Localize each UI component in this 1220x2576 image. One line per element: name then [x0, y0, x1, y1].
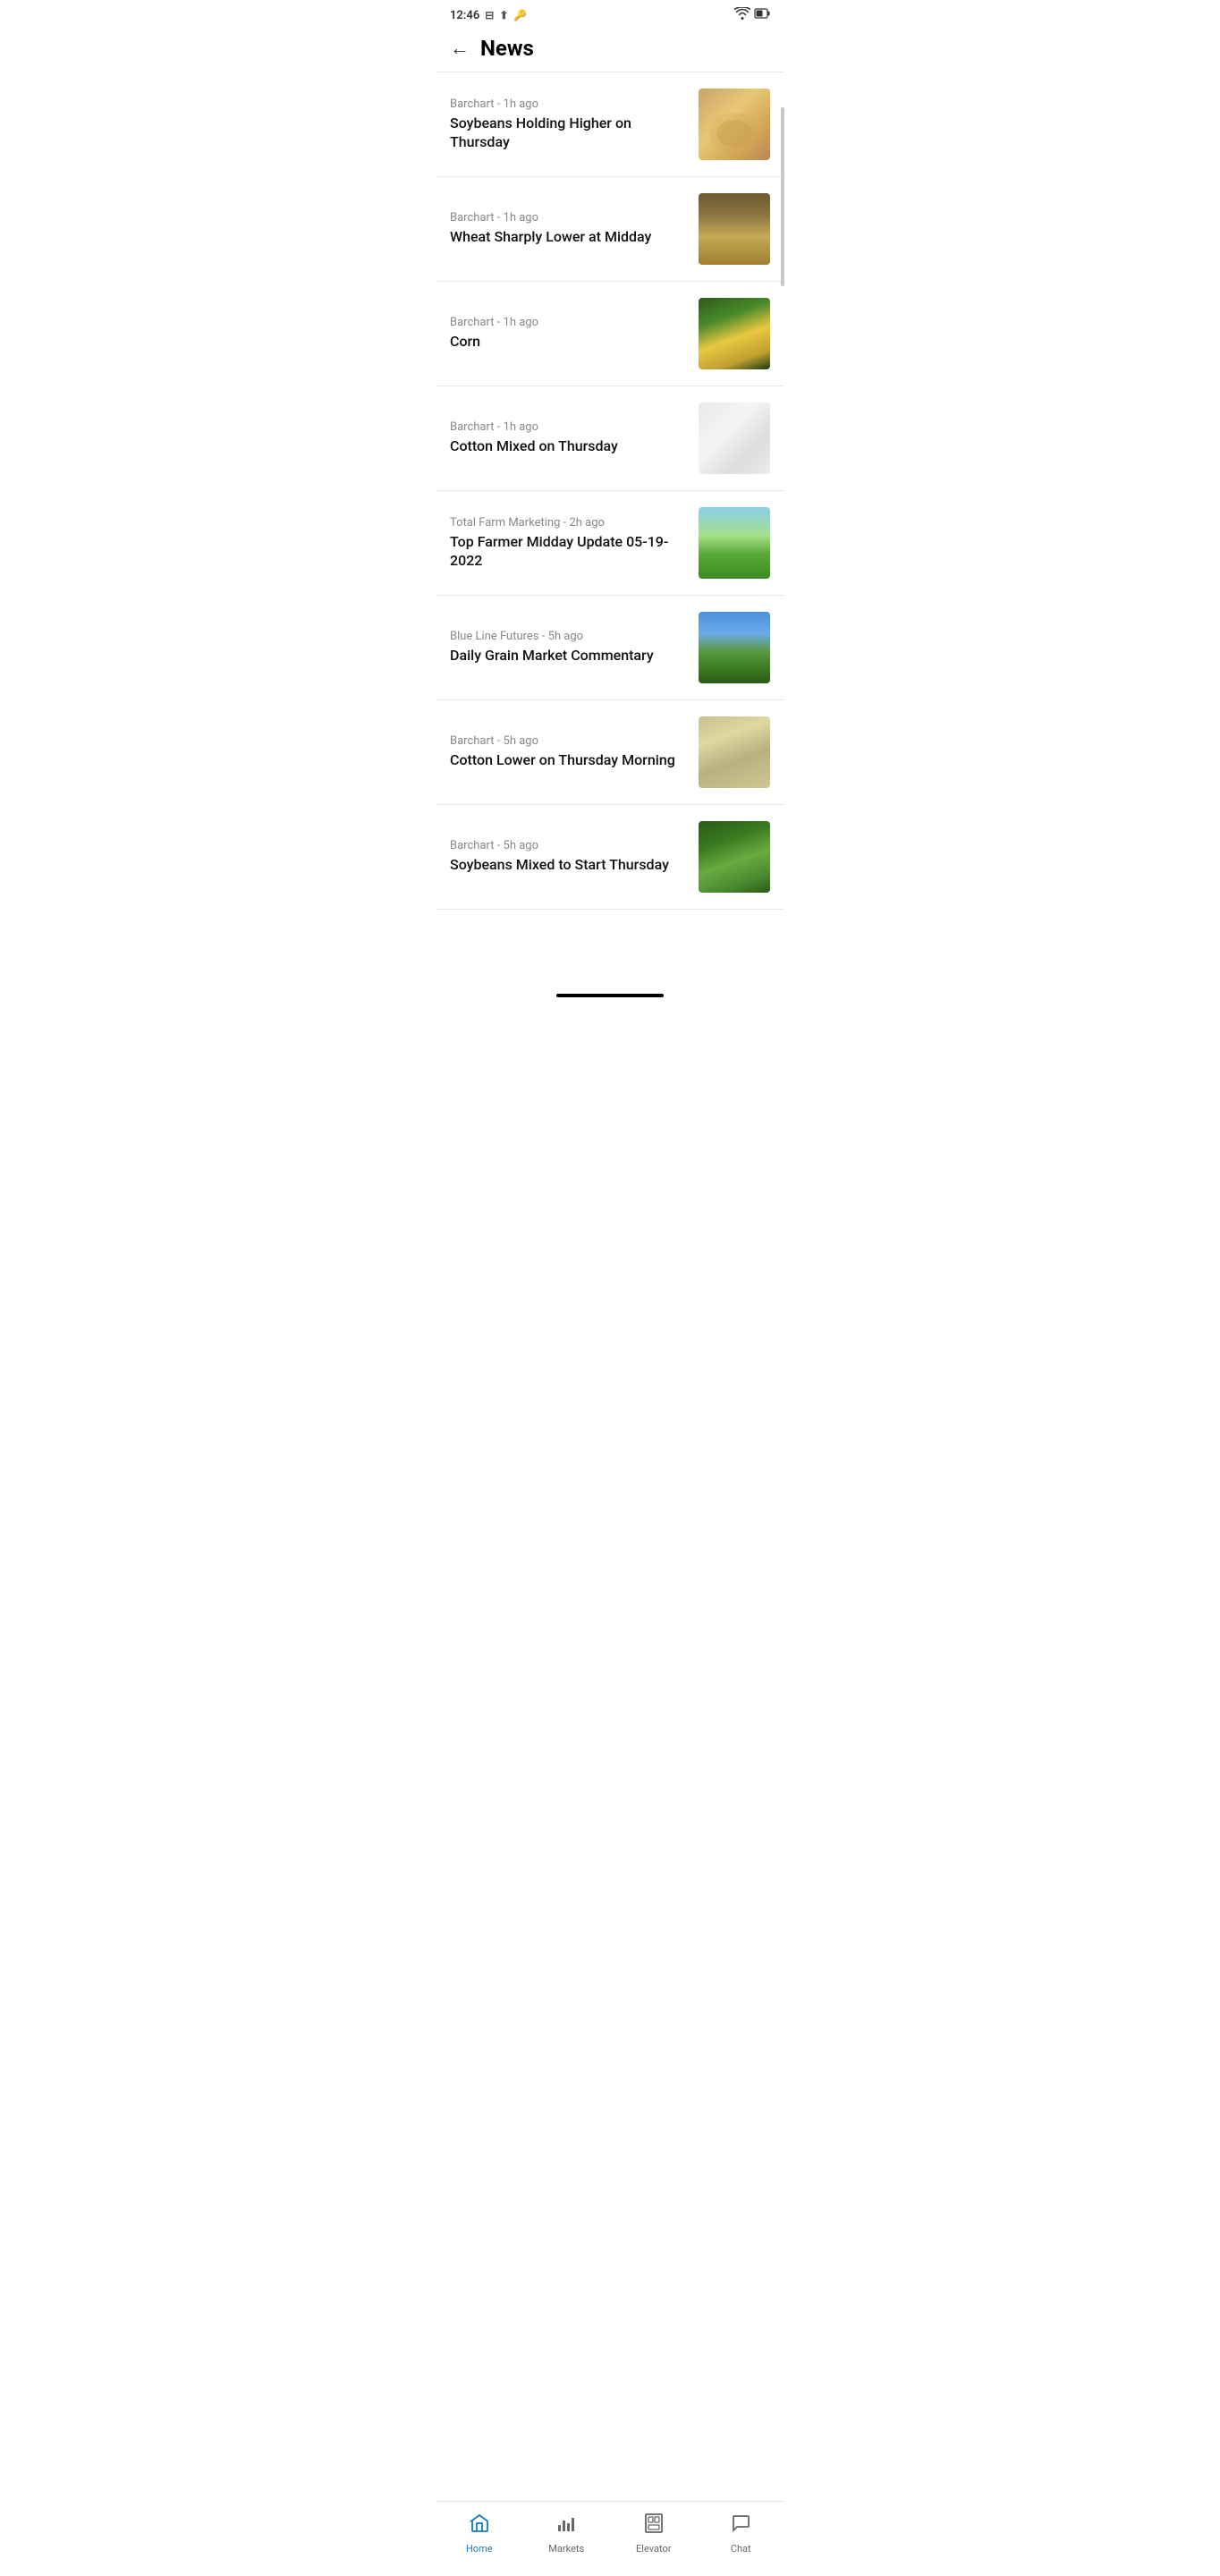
home-label: Home: [466, 2543, 493, 2555]
news-item[interactable]: Total Farm Marketing - 2h ago Top Farmer…: [436, 491, 784, 596]
news-title-1: Wheat Sharply Lower at Midday: [450, 228, 688, 247]
news-thumbnail-1: [699, 193, 770, 265]
news-source-4: Total Farm Marketing - 2h ago: [450, 516, 688, 530]
home-icon: [469, 2512, 490, 2539]
nav-elevator[interactable]: Elevator: [610, 2509, 698, 2558]
news-title-3: Cotton Mixed on Thursday: [450, 437, 688, 456]
news-thumbnail-7: [699, 821, 770, 893]
news-content-1: Barchart - 1h ago Wheat Sharply Lower at…: [450, 211, 688, 247]
bottom-navigation: Home Markets Elevator: [436, 2501, 784, 2576]
news-source-7: Barchart - 5h ago: [450, 839, 688, 852]
news-title-6: Cotton Lower on Thursday Morning: [450, 751, 688, 770]
time-display: 12:46: [450, 9, 479, 22]
elevator-label: Elevator: [636, 2543, 671, 2555]
nav-home[interactable]: Home: [436, 2509, 523, 2558]
news-thumbnail-6: [699, 716, 770, 788]
news-source-0: Barchart - 1h ago: [450, 97, 688, 111]
status-time: 12:46 ⊟ ⬆ 🔑: [450, 9, 527, 22]
news-title-7: Soybeans Mixed to Start Thursday: [450, 856, 688, 875]
news-thumbnail-4: [699, 507, 770, 579]
news-title-2: Corn: [450, 333, 688, 352]
news-source-6: Barchart - 5h ago: [450, 734, 688, 748]
home-indicator: [556, 994, 664, 997]
elevator-icon: [643, 2512, 665, 2539]
news-source-5: Blue Line Futures - 5h ago: [450, 630, 688, 643]
wifi-icon: [734, 7, 750, 23]
news-item[interactable]: Barchart - 5h ago Soybeans Mixed to Star…: [436, 805, 784, 910]
news-content-3: Barchart - 1h ago Cotton Mixed on Thursd…: [450, 420, 688, 456]
back-button[interactable]: ←: [450, 38, 470, 58]
news-item[interactable]: Barchart - 1h ago Wheat Sharply Lower at…: [436, 177, 784, 282]
news-item[interactable]: Barchart - 5h ago Cotton Lower on Thursd…: [436, 700, 784, 805]
nav-markets[interactable]: Markets: [523, 2509, 611, 2558]
page-header: ← News: [436, 27, 784, 72]
news-source-3: Barchart - 1h ago: [450, 420, 688, 434]
news-thumbnail-2: [699, 298, 770, 369]
news-list: Barchart - 1h ago Soybeans Holding Highe…: [436, 72, 784, 990]
scroll-indicator: [781, 107, 784, 286]
page-title: News: [480, 36, 534, 61]
news-title-5: Daily Grain Market Commentary: [450, 647, 688, 665]
news-content-4: Total Farm Marketing - 2h ago Top Farmer…: [450, 516, 688, 571]
chat-icon: [730, 2512, 751, 2539]
status-right-icons: [734, 7, 770, 23]
news-content-0: Barchart - 1h ago Soybeans Holding Highe…: [450, 97, 688, 152]
news-source-2: Barchart - 1h ago: [450, 316, 688, 329]
markets-label: Markets: [548, 2543, 584, 2555]
news-item[interactable]: Barchart - 1h ago Cotton Mixed on Thursd…: [436, 386, 784, 491]
status-bar: 12:46 ⊟ ⬆ 🔑: [436, 0, 784, 27]
battery-icon: [754, 7, 770, 23]
nav-chat[interactable]: Chat: [698, 2509, 785, 2558]
news-content-6: Barchart - 5h ago Cotton Lower on Thursd…: [450, 734, 688, 770]
news-content-2: Barchart - 1h ago Corn: [450, 316, 688, 352]
news-content-5: Blue Line Futures - 5h ago Daily Grain M…: [450, 630, 688, 665]
news-source-1: Barchart - 1h ago: [450, 211, 688, 225]
lock-icon: 🔑: [513, 9, 527, 21]
markets-icon: [555, 2512, 577, 2539]
news-thumbnail-0: [699, 89, 770, 160]
news-item[interactable]: Barchart - 1h ago Soybeans Holding Highe…: [436, 72, 784, 177]
news-item[interactable]: Barchart - 1h ago Corn: [436, 282, 784, 386]
news-title-4: Top Farmer Midday Update 05-19-2022: [450, 533, 688, 571]
navigation-icon: ⬆: [499, 9, 508, 21]
chat-label: Chat: [731, 2543, 751, 2555]
news-thumbnail-5: [699, 612, 770, 683]
news-thumbnail-3: [699, 402, 770, 474]
news-title-0: Soybeans Holding Higher on Thursday: [450, 114, 688, 152]
news-item[interactable]: Blue Line Futures - 5h ago Daily Grain M…: [436, 596, 784, 700]
sim-icon: ⊟: [485, 9, 494, 21]
news-content-7: Barchart - 5h ago Soybeans Mixed to Star…: [450, 839, 688, 875]
